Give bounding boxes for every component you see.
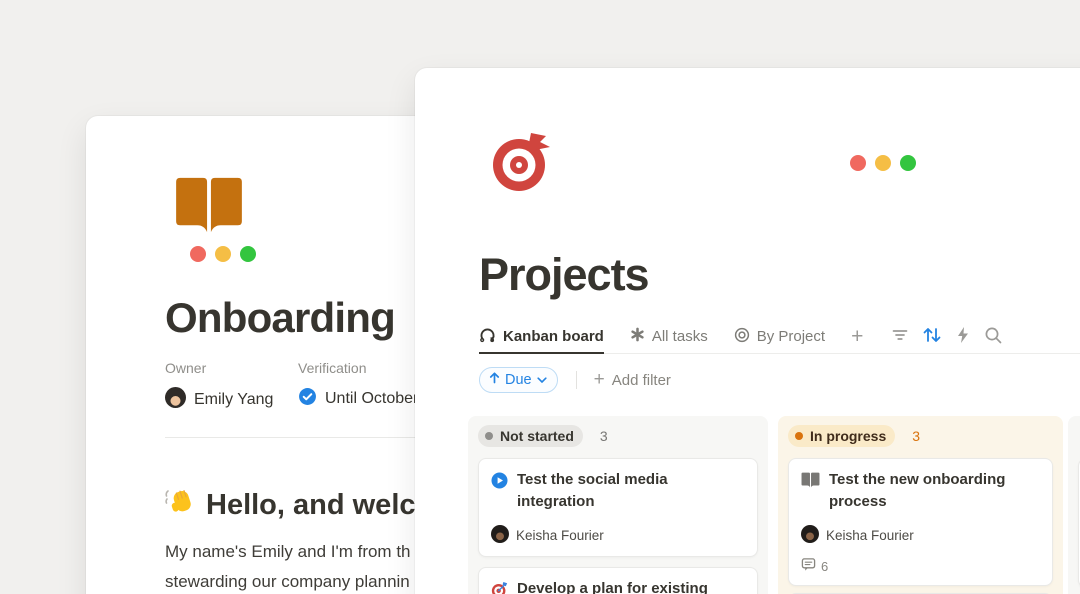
tab-label: All tasks: [652, 328, 708, 345]
lightning-icon[interactable]: [955, 326, 971, 349]
add-view-button[interactable]: +: [851, 320, 863, 354]
verification-value: Until October: [325, 390, 418, 408]
view-toolbar: [891, 320, 1002, 354]
arrow-up-icon: [489, 372, 500, 388]
window-controls: [190, 246, 256, 262]
card-title-line: integration: [517, 491, 668, 513]
kanban-board: Not started 3 Test the social me: [468, 416, 1080, 594]
chevron-down-icon: [537, 372, 547, 388]
tab-all-tasks[interactable]: All tasks: [630, 320, 708, 354]
search-icon[interactable]: [984, 326, 1002, 349]
tab-by-project[interactable]: By Project: [734, 320, 825, 354]
page-title: Onboarding: [165, 294, 395, 342]
open-book-icon[interactable]: [174, 176, 244, 239]
assignee-name: Keisha Fourier: [516, 528, 604, 543]
owner-value: Emily Yang: [194, 391, 273, 409]
plus-icon: +: [594, 369, 605, 391]
tab-label: Kanban board: [503, 328, 604, 345]
card-test-social-media[interactable]: Test the social media integration: [478, 458, 758, 557]
status-label: In progress: [810, 428, 886, 444]
card-title-line: Develop a plan for existing: [517, 578, 708, 594]
add-filter-label: Add filter: [612, 372, 671, 389]
card-develop-plan[interactable]: Develop a plan for existing: [478, 567, 758, 594]
section-heading-text: Hello, and welc: [206, 489, 416, 522]
asterisk-icon: [630, 327, 645, 346]
view-tabs: Kanban board All tasks: [479, 320, 1080, 354]
projects-window: Projects Kanban board: [415, 68, 1080, 594]
minimize-button[interactable]: [875, 155, 891, 171]
owner-property[interactable]: Owner Emily Yang: [165, 360, 298, 413]
status-dot: [485, 432, 493, 440]
status-pill-not-started[interactable]: Not started: [478, 425, 583, 447]
comment-icon: [801, 557, 816, 575]
desktop-background: Onboarding Owner Emily Yang Verifica: [0, 0, 1080, 594]
zoom-button[interactable]: [240, 246, 256, 262]
status-dot: [795, 432, 803, 440]
status-label: Not started: [500, 428, 574, 444]
tab-kanban-board[interactable]: Kanban board: [479, 320, 604, 354]
section-heading: Hello, and welc: [165, 486, 416, 524]
keisha-avatar: [801, 525, 819, 546]
status-pill-in-progress[interactable]: In progress: [788, 425, 895, 447]
sort-due-pill[interactable]: Due: [479, 367, 558, 393]
dart-emoji-icon: [491, 581, 508, 594]
filter-icon[interactable]: [891, 326, 909, 349]
comment-count: 6: [821, 559, 828, 574]
filter-bar: Due + Add filter: [479, 367, 671, 393]
target-icon: [734, 327, 750, 347]
book-icon: [801, 472, 820, 493]
sort-pill-label: Due: [505, 372, 532, 388]
intro-paragraph: My name's Emily and I'm from th stewardi…: [165, 537, 411, 594]
close-button[interactable]: [850, 155, 866, 171]
close-button[interactable]: [190, 246, 206, 262]
card-title-line: Test the new onboarding: [829, 469, 1005, 491]
assignee-name: Keisha Fourier: [826, 528, 914, 543]
column-partial: [1068, 416, 1080, 594]
emily-avatar: [165, 387, 186, 413]
page-title: Projects: [479, 249, 649, 301]
verification-property[interactable]: Verification Until October: [298, 360, 431, 413]
cycle-icon: [479, 326, 496, 347]
tab-label: By Project: [757, 328, 825, 345]
verification-label: Verification: [298, 360, 431, 376]
column-count: 3: [912, 428, 920, 444]
column-not-started: Not started 3 Test the social me: [468, 416, 768, 594]
keisha-avatar: [491, 525, 509, 546]
paragraph-line: stewarding our company plannin: [165, 567, 411, 594]
minimize-button[interactable]: [215, 246, 231, 262]
divider: [576, 371, 577, 389]
paragraph-line: My name's Emily and I'm from th: [165, 537, 411, 567]
column-count: 3: [600, 428, 608, 444]
owner-label: Owner: [165, 360, 298, 376]
zoom-button[interactable]: [900, 155, 916, 171]
sort-icon[interactable]: [922, 326, 942, 349]
card-title-line: Test the social media: [517, 469, 668, 491]
card-title-line: process: [829, 491, 1005, 513]
card-test-onboarding[interactable]: Test the new onboarding process: [788, 458, 1053, 586]
window-controls: [850, 155, 916, 171]
column-in-progress: In progress 3 Test the new onboa: [778, 416, 1063, 594]
play-icon: [491, 472, 508, 494]
dart-target-icon[interactable]: [489, 129, 555, 200]
waving-hand-icon: [165, 486, 197, 524]
add-filter-button[interactable]: + Add filter: [594, 369, 671, 391]
page-properties: Owner Emily Yang Verification: [165, 360, 431, 413]
verified-badge-icon: [298, 387, 317, 411]
